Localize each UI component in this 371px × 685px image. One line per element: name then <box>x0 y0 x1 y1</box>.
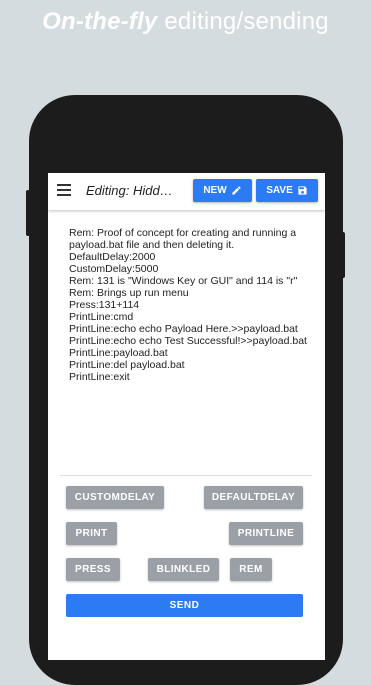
customdelay-button[interactable]: CUSTOMDELAY <box>66 486 164 509</box>
defaultdelay-button[interactable]: DEFAULTDELAY <box>204 486 303 509</box>
rem-button[interactable]: REM <box>230 558 272 581</box>
new-button[interactable]: NEW <box>193 179 252 202</box>
promo-title: On-the-fly editing/sending <box>0 8 371 36</box>
save-button[interactable]: SAVE <box>256 179 318 202</box>
print-button[interactable]: PRINT <box>66 522 117 545</box>
divider <box>60 475 312 476</box>
promo-title-light: editing/sending <box>157 8 329 35</box>
phone-screen: Editing: Hidd… NEW SAVE Rem: Proof of co… <box>48 173 325 660</box>
save-button-label: SAVE <box>266 185 293 196</box>
script-editor[interactable]: Rem: Proof of concept for creating and r… <box>69 227 309 383</box>
page-title: Editing: Hidd… <box>86 183 173 198</box>
hamburger-menu-icon[interactable] <box>57 184 71 196</box>
pencil-icon <box>232 186 241 195</box>
printline-button[interactable]: PRINTLINE <box>229 522 303 545</box>
promo-title-bold: On-the-fly <box>42 8 158 35</box>
send-button[interactable]: SEND <box>66 594 303 617</box>
app-bar: Editing: Hidd… NEW SAVE <box>48 173 325 210</box>
phone-side-button-left <box>26 190 30 236</box>
phone-side-button-right <box>341 232 345 278</box>
floppy-disk-icon <box>298 186 307 195</box>
press-button[interactable]: PRESS <box>66 558 120 581</box>
blinkled-button[interactable]: BLINKLED <box>148 558 219 581</box>
new-button-label: NEW <box>203 185 227 196</box>
